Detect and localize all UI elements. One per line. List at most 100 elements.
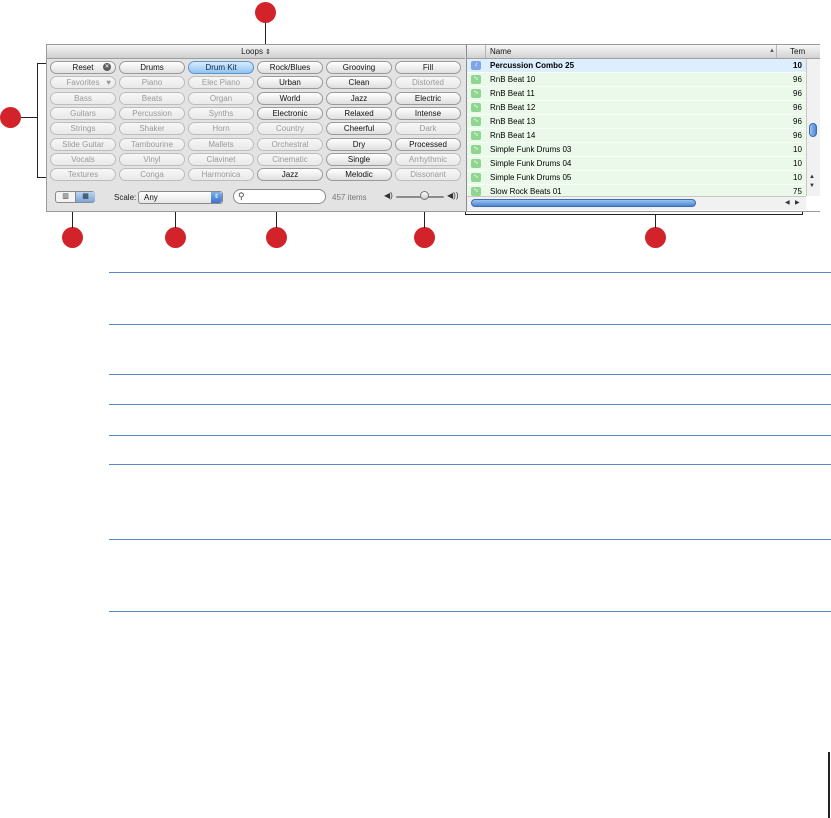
keyword-button-cheerful[interactable]: Cheerful xyxy=(326,122,392,136)
keyword-button-relaxed[interactable]: Relaxed xyxy=(326,106,392,120)
keyword-button-label: Reset xyxy=(72,63,94,72)
keyword-button-label: Clean xyxy=(348,78,370,88)
column-view-icon[interactable]: ▥ xyxy=(56,192,76,202)
keyword-button-orchestral[interactable]: Orchestral xyxy=(257,137,323,151)
keyword-button-guitars[interactable]: Guitars xyxy=(50,106,116,120)
volume-slider-knob[interactable] xyxy=(420,191,430,200)
column-header-tempo[interactable]: Tem xyxy=(776,45,820,58)
keyword-button-country[interactable]: Country xyxy=(257,122,323,136)
scale-select[interactable]: Any ⇕ xyxy=(138,191,223,204)
search-input[interactable]: ⚲ xyxy=(233,189,326,204)
keyword-button-label: Melodic xyxy=(345,170,373,180)
volume-low-icon: ◀) xyxy=(384,191,393,200)
divider-line xyxy=(109,324,831,325)
keyword-button-dark[interactable]: Dark xyxy=(395,122,461,136)
scroll-left-icon[interactable]: ◀ xyxy=(785,199,790,206)
keyword-button-clavinet[interactable]: Clavinet xyxy=(188,152,254,166)
keyword-button-piano[interactable]: Piano xyxy=(119,76,185,90)
keyword-button-drum-kit[interactable]: Drum Kit xyxy=(188,61,254,74)
keyword-button-label: Slide Guitar xyxy=(62,139,104,149)
keyword-button-dry[interactable]: Dry xyxy=(326,137,392,151)
keyword-button-dissonant[interactable]: Dissonant xyxy=(395,168,461,182)
button-view-icon[interactable]: ▦ xyxy=(76,192,95,202)
keyword-button-label: Electronic xyxy=(272,108,308,118)
table-row[interactable]: ∿ RnB Beat 13 96 xyxy=(467,115,806,129)
loops-header[interactable]: Loops ⇕ xyxy=(47,45,465,59)
keyword-button-vinyl[interactable]: Vinyl xyxy=(119,152,185,166)
keyword-button-jazz[interactable]: Jazz xyxy=(326,91,392,105)
table-row[interactable]: ∿ Simple Funk Drums 04 10 xyxy=(467,157,806,171)
callout-scale-menu xyxy=(165,227,186,248)
keyword-button-fill[interactable]: Fill xyxy=(395,61,461,74)
horizontal-scroll-thumb[interactable] xyxy=(471,199,696,207)
table-row[interactable]: ∿ Slow Rock Beats 01 75 xyxy=(467,185,806,196)
keyword-button-clean[interactable]: Clean xyxy=(326,76,392,90)
keyword-button-electronic[interactable]: Electronic xyxy=(257,106,323,120)
keyword-button-jazz[interactable]: Jazz xyxy=(257,168,323,182)
scroll-down-icon[interactable]: ▼ xyxy=(809,183,815,189)
keyword-button-label: Beats xyxy=(141,93,163,103)
keyword-button-urban[interactable]: Urban xyxy=(257,76,323,90)
keyword-button-textures[interactable]: Textures xyxy=(50,168,116,182)
table-row[interactable]: ∿ RnB Beat 14 96 xyxy=(467,129,806,143)
keyword-button-bass[interactable]: Bass xyxy=(50,91,116,105)
loop-tempo: 96 xyxy=(793,75,802,84)
keyword-button-drums[interactable]: Drums xyxy=(119,61,185,74)
table-row[interactable]: ∿ RnB Beat 10 96 xyxy=(467,73,806,87)
keyword-button-strings[interactable]: Strings xyxy=(50,122,116,136)
keyword-button-melodic[interactable]: Melodic xyxy=(326,168,392,182)
keyword-button-label: Organ xyxy=(209,93,233,103)
keyword-button-elec-piano[interactable]: Elec Piano xyxy=(188,76,254,90)
keyword-button-electric[interactable]: Electric xyxy=(395,91,461,105)
horizontal-scrollbar[interactable]: ◀ ▶ xyxy=(467,196,806,210)
divider-line xyxy=(109,464,831,465)
keyword-button-grooving[interactable]: Grooving xyxy=(326,61,392,74)
table-row[interactable]: ∿ RnB Beat 12 96 xyxy=(467,101,806,115)
keyword-button-synths[interactable]: Synths xyxy=(188,106,254,120)
keyword-button-shaker[interactable]: Shaker xyxy=(119,122,185,136)
keyword-button-percussion[interactable]: Percussion xyxy=(119,106,185,120)
column-header-kind[interactable] xyxy=(467,45,486,58)
keyword-button-mallets[interactable]: Mallets xyxy=(188,137,254,151)
keyword-button-label: World xyxy=(279,93,301,103)
keyword-button-world[interactable]: World xyxy=(257,91,323,105)
table-row[interactable]: ♪ Percussion Combo 25 10 xyxy=(467,59,806,73)
keyword-button-beats[interactable]: Beats xyxy=(119,91,185,105)
keyword-button-harmonica[interactable]: Harmonica xyxy=(188,168,254,182)
keyword-button-slide-guitar[interactable]: Slide Guitar xyxy=(50,137,116,151)
sort-ascending-icon: ▲ xyxy=(769,48,775,54)
keyword-button-label: Dry xyxy=(352,139,366,149)
vertical-scroll-thumb[interactable] xyxy=(809,123,817,137)
keyword-button-label: Relaxed xyxy=(344,108,374,118)
view-toggle[interactable]: ▥ ▦ xyxy=(55,191,95,203)
keyword-button-organ[interactable]: Organ xyxy=(188,91,254,105)
keyword-button-tambourine[interactable]: Tambourine xyxy=(119,137,185,151)
keyword-button-rock-blues[interactable]: Rock/Blues xyxy=(257,61,323,74)
keyword-button-distorted[interactable]: Distorted xyxy=(395,76,461,90)
table-row[interactable]: ∿ Simple Funk Drums 05 10 xyxy=(467,171,806,185)
keyword-button-processed[interactable]: Processed xyxy=(395,137,461,151)
loop-name: RnB Beat 13 xyxy=(490,117,536,126)
chevron-updown-icon[interactable]: ⇕ xyxy=(265,49,271,56)
scroll-up-icon[interactable]: ▲ xyxy=(809,174,815,180)
keyword-button-intense[interactable]: Intense xyxy=(395,106,461,120)
keyword-button-reset[interactable]: Reset ✕ xyxy=(50,61,116,74)
loops-menu-title[interactable]: Loops xyxy=(241,47,263,56)
keyword-button-cinematic[interactable]: Cinematic xyxy=(257,152,323,166)
vertical-scrollbar[interactable]: ▲ ▼ xyxy=(806,59,820,196)
keyword-button-single[interactable]: Single xyxy=(326,152,392,166)
keyword-button-label: Clavinet xyxy=(206,154,236,164)
keyword-button-horn[interactable]: Horn xyxy=(188,122,254,136)
divider-line xyxy=(109,272,831,273)
scroll-right-icon[interactable]: ▶ xyxy=(795,199,800,206)
table-row[interactable]: ∿ Simple Funk Drums 03 10 xyxy=(467,143,806,157)
column-header-name[interactable]: Name xyxy=(490,45,511,58)
table-row[interactable]: ∿ RnB Beat 11 96 xyxy=(467,87,806,101)
loop-tempo: 10 xyxy=(793,61,802,70)
keyword-button-vocals[interactable]: Vocals xyxy=(50,152,116,166)
keyword-button-favorites[interactable]: Favorites ♥ xyxy=(50,76,116,90)
keyword-button-label: Bass xyxy=(74,93,92,103)
loop-name: RnB Beat 12 xyxy=(490,103,536,112)
keyword-button-conga[interactable]: Conga xyxy=(119,168,185,182)
keyword-button-arrhythmic[interactable]: Arrhythmic xyxy=(395,152,461,166)
